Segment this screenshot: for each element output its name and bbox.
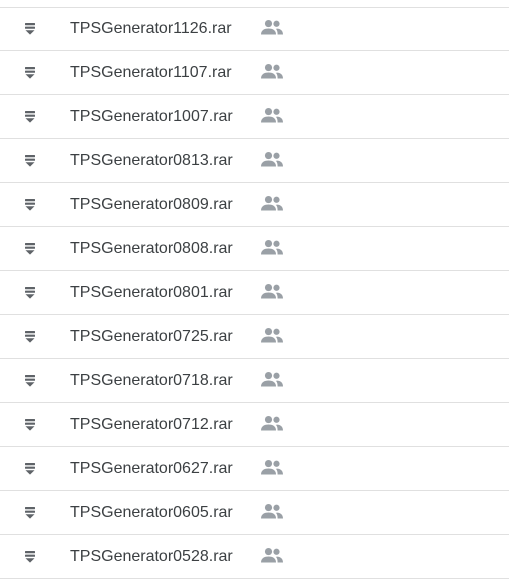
file-row[interactable]: TPSGenerator1107.rar [0, 51, 509, 95]
file-row[interactable]: TPSGenerator0809.rar [0, 183, 509, 227]
shared-people-icon [260, 414, 284, 432]
file-name[interactable]: TPSGenerator0605.rar [70, 503, 233, 523]
file-name[interactable]: TPSGenerator1007.rar [70, 107, 233, 127]
archive-icon [24, 242, 36, 256]
archive-icon [24, 110, 36, 124]
file-row[interactable]: TPSGenerator0605.rar [0, 491, 509, 535]
shared-people-icon [260, 194, 284, 212]
shared-people-icon [260, 62, 284, 80]
archive-icon [24, 550, 36, 564]
file-row[interactable]: TPSGenerator0725.rar [0, 315, 509, 359]
file-row[interactable]: TPSGenerator0528.rar [0, 535, 509, 579]
archive-icon [24, 330, 36, 344]
file-rows: TPSGenerator1126.rar TPSGenerator1107.rar… [0, 7, 509, 579]
file-name[interactable]: TPSGenerator0801.rar [70, 283, 233, 303]
file-row[interactable]: TPSGenerator0712.rar [0, 403, 509, 447]
archive-icon [24, 462, 36, 476]
shared-people-icon [260, 238, 284, 256]
file-row[interactable]: TPSGenerator0808.rar [0, 227, 509, 271]
shared-people-icon [260, 546, 284, 564]
file-name[interactable]: TPSGenerator0808.rar [70, 239, 233, 259]
file-list: TPSGenerator1126.rar TPSGenerator1107.rar… [0, 0, 509, 579]
archive-icon [24, 66, 36, 80]
shared-people-icon [260, 282, 284, 300]
archive-icon [24, 22, 36, 36]
file-name[interactable]: TPSGenerator0528.rar [70, 547, 233, 567]
file-row[interactable]: TPSGenerator0813.rar [0, 139, 509, 183]
file-name[interactable]: TPSGenerator0725.rar [70, 327, 233, 347]
file-name[interactable]: TPSGenerator1107.rar [70, 63, 232, 83]
shared-people-icon [260, 326, 284, 344]
file-name[interactable]: TPSGenerator0813.rar [70, 151, 233, 171]
file-name[interactable]: TPSGenerator0627.rar [70, 459, 233, 479]
file-row[interactable]: TPSGenerator0718.rar [0, 359, 509, 403]
shared-people-icon [260, 106, 284, 124]
archive-icon [24, 374, 36, 388]
archive-icon [24, 154, 36, 168]
file-name[interactable]: TPSGenerator0712.rar [70, 415, 233, 435]
file-name[interactable]: TPSGenerator0809.rar [70, 195, 233, 215]
archive-icon [24, 418, 36, 432]
file-name[interactable]: TPSGenerator1126.rar [70, 19, 232, 39]
shared-people-icon [260, 370, 284, 388]
file-row[interactable]: TPSGenerator0801.rar [0, 271, 509, 315]
file-row[interactable]: TPSGenerator0627.rar [0, 447, 509, 491]
shared-people-icon [260, 502, 284, 520]
shared-people-icon [260, 458, 284, 476]
archive-icon [24, 506, 36, 520]
file-row[interactable]: TPSGenerator1007.rar [0, 95, 509, 139]
file-row[interactable]: TPSGenerator1126.rar [0, 7, 509, 51]
shared-people-icon [260, 150, 284, 168]
archive-icon [24, 286, 36, 300]
shared-people-icon [260, 18, 284, 36]
file-name[interactable]: TPSGenerator0718.rar [70, 371, 233, 391]
archive-icon [24, 198, 36, 212]
